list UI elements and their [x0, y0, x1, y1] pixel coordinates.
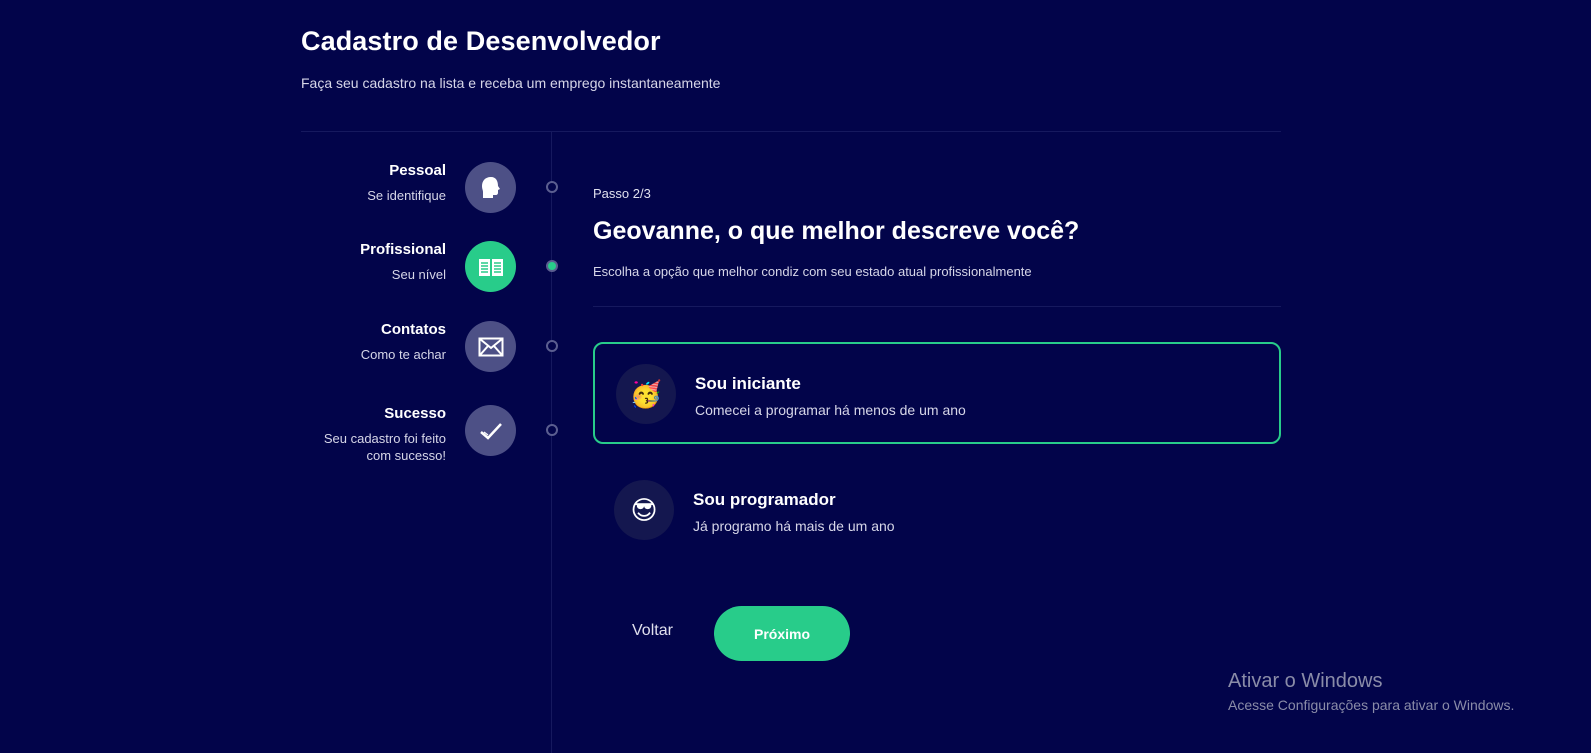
step-dot [546, 340, 558, 352]
party-face-icon: 🥳 [629, 378, 663, 409]
step-title: Contatos [381, 321, 446, 338]
page-title: Cadastro de Desenvolvedor [301, 26, 661, 56]
step-sucesso[interactable]: Sucesso Seu cadastro foi feito com suces… [301, 405, 581, 463]
step-dot [546, 181, 558, 193]
step-counter: Passo 2/3 [593, 186, 651, 201]
step-circle [465, 241, 516, 292]
step-description: Seu cadastro foi feito com sucesso! [323, 431, 446, 463]
next-button[interactable]: Próximo [714, 606, 850, 661]
back-button[interactable]: Voltar [618, 618, 687, 644]
step-title: Profissional [360, 241, 446, 258]
option-emoji-circle: 🥳 [616, 364, 676, 424]
main-panel: Passo 2/3 Geovanne, o que melhor descrev… [593, 186, 1281, 307]
step-pessoal[interactable]: Pessoal Se identifique [301, 162, 581, 214]
watermark-title: Ativar o Windows [1228, 670, 1383, 692]
book-icon [478, 258, 503, 276]
header-divider [301, 131, 1281, 132]
option-emoji-circle: 😎 [614, 480, 674, 540]
step-contatos[interactable]: Contatos Como te achar [301, 321, 581, 373]
step-description: Seu nível [391, 267, 446, 282]
step-dot [546, 424, 558, 436]
page-header: Cadastro de Desenvolvedor Faça seu cadas… [301, 26, 720, 91]
question-description: Escolha a opção que melhor condiz com se… [593, 264, 1032, 279]
main-divider [593, 306, 1281, 307]
head-icon [481, 176, 500, 198]
step-description: Se identifique [367, 188, 446, 203]
option-description: Já programo há mais de um ano [693, 518, 895, 534]
option-description: Comecei a programar há menos de um ano [695, 402, 966, 418]
step-profissional[interactable]: Profissional Seu nível [301, 241, 581, 293]
step-title: Sucesso [384, 405, 446, 422]
sunglasses-face-icon: 😎 [630, 494, 658, 525]
option-programador[interactable]: 😎 Sou programador Já programo há mais de… [591, 458, 1279, 560]
step-circle [465, 162, 516, 213]
check-icon [479, 422, 502, 440]
page-subtitle: Faça seu cadastro na lista e receba um e… [301, 75, 721, 91]
option-title: Sou programador [693, 490, 836, 509]
step-circle [465, 321, 516, 372]
step-dot [546, 260, 558, 272]
question-title: Geovanne, o que melhor descreve você? [593, 217, 1080, 245]
step-title: Pessoal [389, 162, 446, 179]
mail-icon [478, 337, 503, 356]
step-description: Como te achar [360, 347, 446, 362]
option-title: Sou iniciante [695, 374, 801, 393]
watermark-subtitle: Acesse Configurações para ativar o Windo… [1228, 697, 1515, 713]
option-iniciante[interactable]: 🥳 Sou iniciante Comecei a programar há m… [593, 342, 1281, 444]
windows-activation-watermark: Ativar o Windows Acesse Configurações pa… [1228, 670, 1514, 713]
step-circle [465, 405, 516, 456]
